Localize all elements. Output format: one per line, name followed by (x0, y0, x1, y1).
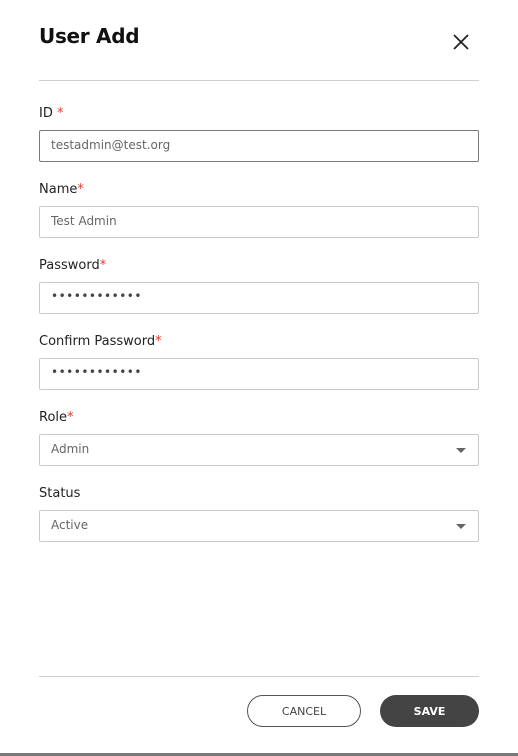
id-input-value: testadmin@test.org (51, 138, 171, 152)
name-input[interactable]: Test Admin (39, 206, 479, 238)
status-select-value: Active (51, 518, 89, 532)
status-label-text: Status (39, 486, 81, 501)
role-label: Role* (39, 410, 74, 425)
footer-divider (39, 676, 479, 677)
user-add-dialog: User Add ID * testadmin@test.org Name* T… (0, 0, 518, 753)
status-select[interactable]: Active (39, 510, 479, 542)
required-marker: * (77, 182, 84, 197)
password-label-text: Password (39, 258, 100, 273)
name-label-text: Name (39, 182, 78, 197)
id-label-text: ID (39, 106, 53, 121)
required-marker: * (99, 258, 107, 273)
password-label: Password* (39, 258, 106, 273)
required-marker: * (155, 334, 162, 349)
required-marker: * (67, 410, 74, 425)
close-button[interactable] (450, 31, 472, 53)
confirm-password-input[interactable]: •••••••••••• (39, 358, 479, 390)
close-icon (453, 34, 469, 50)
password-input[interactable]: •••••••••••• (39, 282, 479, 314)
password-input-value: •••••••••••• (51, 289, 142, 303)
role-select-value: Admin (51, 442, 90, 456)
name-input-value: Test Admin (51, 214, 117, 228)
chevron-down-icon (456, 448, 466, 453)
dialog-title: User Add (39, 24, 140, 48)
role-label-text: Role (39, 410, 68, 425)
save-button[interactable]: SAVE (380, 695, 479, 727)
confirm-password-label-text: Confirm Password (39, 334, 156, 349)
chevron-down-icon (456, 524, 466, 529)
required-marker: * (57, 106, 64, 121)
id-input[interactable]: testadmin@test.org (39, 130, 479, 162)
header-divider (39, 80, 479, 81)
status-label: Status (39, 486, 80, 501)
confirm-password-input-value: •••••••••••• (51, 365, 142, 379)
name-label: Name* (39, 182, 84, 197)
cancel-button[interactable]: CANCEL (247, 695, 361, 727)
confirm-password-label: Confirm Password* (39, 334, 162, 349)
id-label: ID * (39, 106, 64, 121)
role-select[interactable]: Admin (39, 434, 479, 466)
